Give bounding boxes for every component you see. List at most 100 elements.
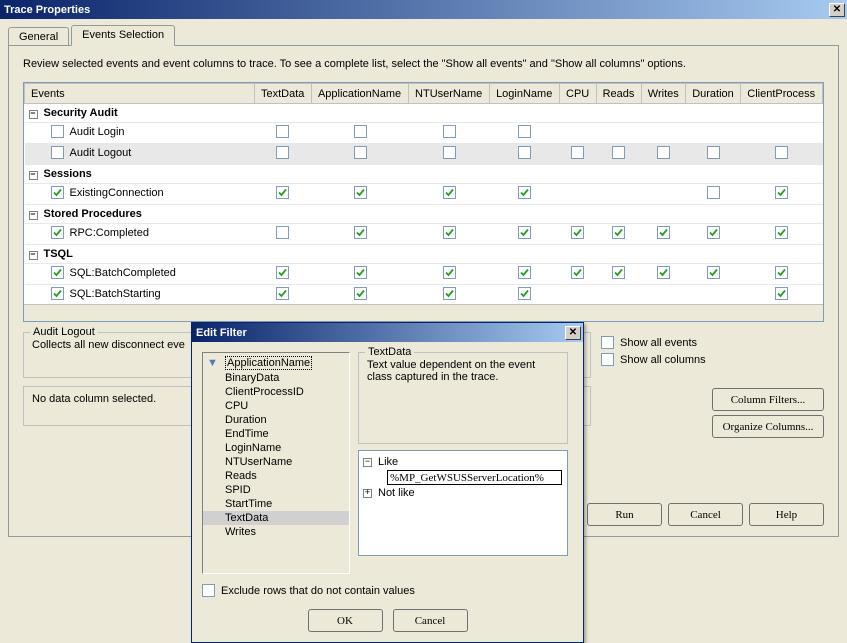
organize-columns-button[interactable]: Organize Columns... xyxy=(712,415,824,438)
cell-checkbox[interactable] xyxy=(707,186,720,199)
minus-icon[interactable]: − xyxy=(29,251,38,260)
cell-checkbox[interactable] xyxy=(276,226,289,239)
tab-events-selection[interactable]: Events Selection xyxy=(71,25,175,46)
cell-checkbox[interactable] xyxy=(276,125,289,138)
filter-column-item[interactable]: BinaryData xyxy=(203,371,349,385)
cell-checkbox[interactable] xyxy=(51,226,64,239)
column-header[interactable]: TextData xyxy=(255,84,312,104)
cell-checkbox[interactable] xyxy=(354,226,367,239)
column-header[interactable]: Duration xyxy=(686,84,741,104)
filter-column-item[interactable]: TextData xyxy=(203,511,349,525)
cell-checkbox[interactable] xyxy=(354,125,367,138)
cell-checkbox[interactable] xyxy=(612,226,625,239)
cell-checkbox[interactable] xyxy=(276,287,289,300)
cell-checkbox[interactable] xyxy=(775,287,788,300)
cell-checkbox[interactable] xyxy=(707,226,720,239)
like-node[interactable]: Like xyxy=(378,456,398,468)
cell-checkbox[interactable] xyxy=(775,146,788,159)
filter-column-item[interactable]: ClientProcessID xyxy=(203,385,349,399)
minus-icon[interactable]: − xyxy=(29,110,38,119)
column-header[interactable]: LoginName xyxy=(490,84,560,104)
cell-checkbox[interactable] xyxy=(518,125,531,138)
filter-column-item[interactable]: SPID xyxy=(203,483,349,497)
minus-icon[interactable]: − xyxy=(29,211,38,220)
cell-checkbox[interactable] xyxy=(571,266,584,279)
plus-icon[interactable]: + xyxy=(363,489,372,498)
filter-column-item[interactable]: Writes xyxy=(203,525,349,539)
cell-checkbox[interactable] xyxy=(518,287,531,300)
cell-checkbox[interactable] xyxy=(612,266,625,279)
cell-checkbox[interactable] xyxy=(443,146,456,159)
cell-checkbox[interactable] xyxy=(354,287,367,300)
event-row[interactable]: Audit Login xyxy=(25,123,255,144)
cell-checkbox[interactable] xyxy=(612,146,625,159)
cell-checkbox[interactable] xyxy=(657,146,670,159)
minus-icon[interactable]: − xyxy=(363,458,372,467)
cell-checkbox[interactable] xyxy=(51,186,64,199)
tab-general[interactable]: General xyxy=(8,27,69,46)
cell-checkbox[interactable] xyxy=(571,226,584,239)
category-row[interactable]: −Security Audit xyxy=(25,104,255,123)
cell-checkbox[interactable] xyxy=(775,186,788,199)
cell-checkbox[interactable] xyxy=(276,186,289,199)
dialog-cancel-button[interactable]: Cancel xyxy=(393,609,468,632)
category-row[interactable]: −TSQL xyxy=(25,245,255,264)
cell-checkbox[interactable] xyxy=(518,146,531,159)
filter-condition-tree[interactable]: − Like + Not like xyxy=(358,450,568,556)
cell-checkbox[interactable] xyxy=(354,186,367,199)
column-header[interactable]: Reads xyxy=(596,84,641,104)
cell-checkbox[interactable] xyxy=(51,125,64,138)
cell-checkbox[interactable] xyxy=(518,186,531,199)
cell-checkbox[interactable] xyxy=(657,226,670,239)
event-row[interactable]: SQL:BatchStarting xyxy=(25,285,255,306)
run-button[interactable]: Run xyxy=(587,503,662,526)
event-row[interactable]: SQL:BatchCompleted xyxy=(25,264,255,285)
cell-checkbox[interactable] xyxy=(775,226,788,239)
cell-checkbox[interactable] xyxy=(443,125,456,138)
cell-checkbox[interactable] xyxy=(276,146,289,159)
column-header[interactable]: ApplicationName xyxy=(311,84,408,104)
help-button[interactable]: Help xyxy=(749,503,824,526)
event-row[interactable]: Audit Logout xyxy=(25,144,255,165)
column-header[interactable]: CPU xyxy=(560,84,597,104)
close-icon[interactable]: ✕ xyxy=(829,3,845,17)
cell-checkbox[interactable] xyxy=(518,226,531,239)
horizontal-scrollbar[interactable] xyxy=(24,304,823,321)
filter-column-item[interactable]: NTUserName xyxy=(203,455,349,469)
cell-checkbox[interactable] xyxy=(443,287,456,300)
filter-column-item[interactable]: EndTime xyxy=(203,427,349,441)
cancel-button[interactable]: Cancel xyxy=(668,503,743,526)
cell-checkbox[interactable] xyxy=(443,186,456,199)
filter-column-item[interactable]: StartTime xyxy=(203,497,349,511)
cell-checkbox[interactable] xyxy=(354,146,367,159)
cell-checkbox[interactable] xyxy=(51,287,64,300)
column-header[interactable]: ClientProcess xyxy=(741,84,823,104)
cell-checkbox[interactable] xyxy=(571,146,584,159)
category-row[interactable]: −Stored Procedures xyxy=(25,205,255,224)
cell-checkbox[interactable] xyxy=(354,266,367,279)
cell-checkbox[interactable] xyxy=(518,266,531,279)
column-filters-button[interactable]: Column Filters... xyxy=(712,388,824,411)
cell-checkbox[interactable] xyxy=(775,266,788,279)
filter-column-item[interactable]: Duration xyxy=(203,413,349,427)
show-all-columns-checkbox[interactable] xyxy=(601,353,614,366)
dialog-close-icon[interactable]: ✕ xyxy=(565,326,581,340)
event-row[interactable]: ExistingConnection xyxy=(25,184,255,205)
cell-checkbox[interactable] xyxy=(657,266,670,279)
filter-column-item[interactable]: LoginName xyxy=(203,441,349,455)
category-row[interactable]: −Sessions xyxy=(25,165,255,184)
cell-checkbox[interactable] xyxy=(443,226,456,239)
filter-column-item[interactable]: CPU xyxy=(203,399,349,413)
cell-checkbox[interactable] xyxy=(443,266,456,279)
filter-column-item[interactable]: Reads xyxy=(203,469,349,483)
exclude-rows-checkbox[interactable] xyxy=(202,584,215,597)
cell-checkbox[interactable] xyxy=(276,266,289,279)
cell-checkbox[interactable] xyxy=(51,266,64,279)
cell-checkbox[interactable] xyxy=(51,146,64,159)
notlike-node[interactable]: Not like xyxy=(378,487,415,499)
cell-checkbox[interactable] xyxy=(707,146,720,159)
event-row[interactable]: RPC:Completed xyxy=(25,224,255,245)
dialog-ok-button[interactable]: OK xyxy=(308,609,383,632)
cell-checkbox[interactable] xyxy=(707,266,720,279)
show-all-events-checkbox[interactable] xyxy=(601,336,614,349)
